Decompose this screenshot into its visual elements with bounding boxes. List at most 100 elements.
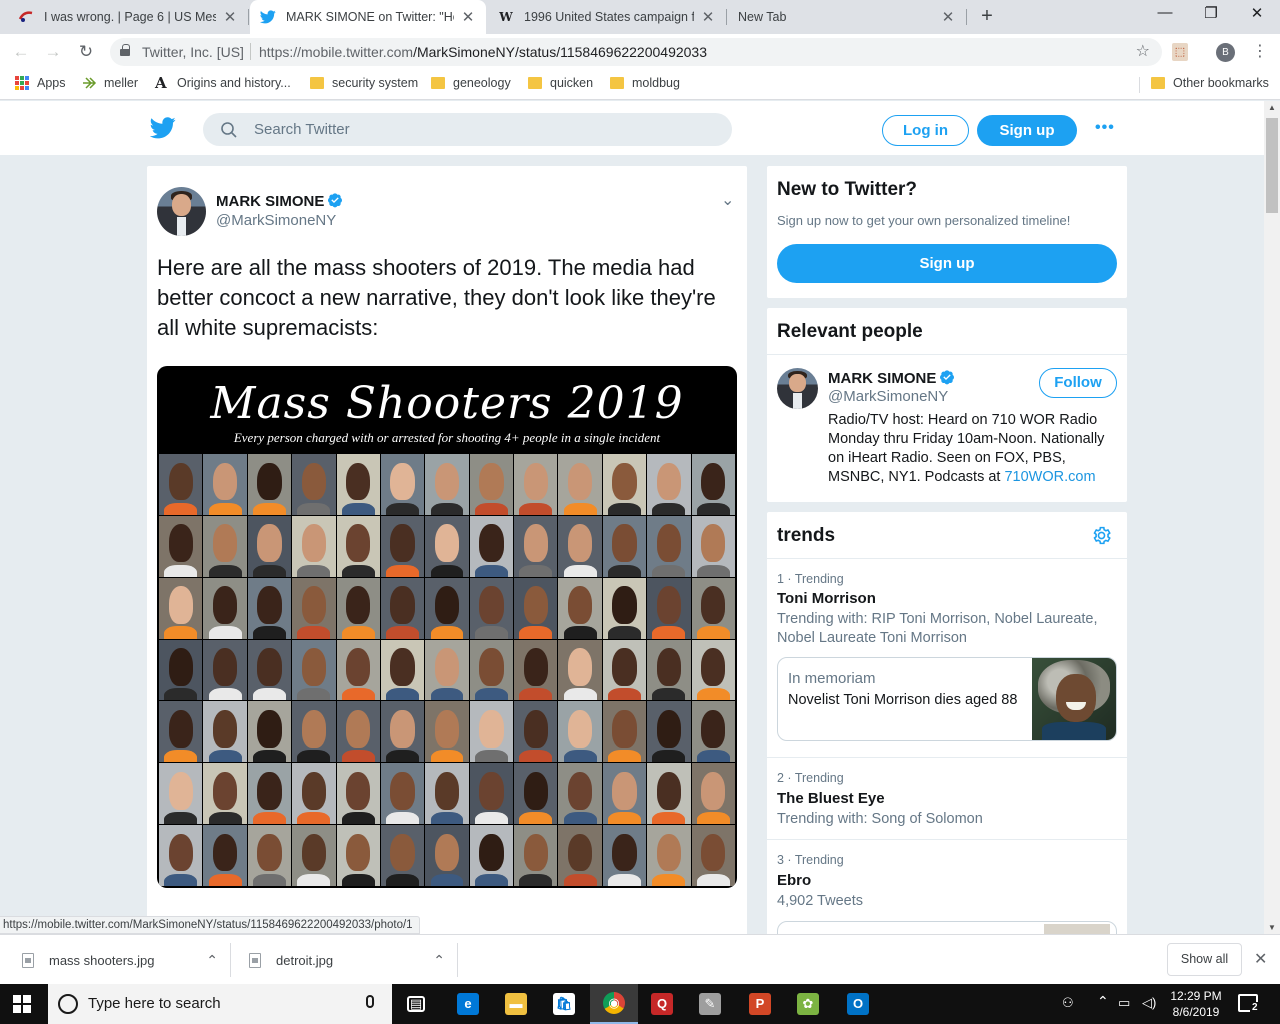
moment-thumbnail xyxy=(1032,658,1116,740)
taskbar-app-store[interactable]: 🛍 xyxy=(540,984,588,1024)
network-icon[interactable]: ▭ xyxy=(1118,995,1130,1011)
close-icon[interactable]: ✕ xyxy=(1254,949,1267,969)
trend-name[interactable]: Ebro xyxy=(777,872,811,889)
twitter-header: Search Twitter Log in Sign up ••• xyxy=(0,101,1264,156)
bookmark-other[interactable]: Other bookmarks xyxy=(1151,76,1269,90)
bookmark-label: quicken xyxy=(550,76,594,90)
new-tab-button[interactable]: + xyxy=(976,5,998,28)
taskbar-app-paint[interactable]: ✿ xyxy=(784,984,832,1024)
chrome-menu-icon[interactable]: ⋮ xyxy=(1252,42,1268,62)
bio-link[interactable]: 710WOR.com xyxy=(1004,469,1095,485)
taskbar-app-edge[interactable]: e xyxy=(444,984,492,1024)
trend-name[interactable]: Toni Morrison xyxy=(777,590,876,607)
pdf-extension-icon[interactable]: ⬚ xyxy=(1172,43,1188,61)
clock[interactable]: 12:29 PM 8/6/2019 xyxy=(1167,988,1225,1020)
show-all-downloads-button[interactable]: Show all xyxy=(1167,943,1242,976)
url-text[interactable]: https://mobile.twitter.com/MarkSimoneNY/… xyxy=(259,44,707,60)
bookmark-moldbug[interactable]: moldbug xyxy=(610,76,680,90)
taskbar-app-file-explorer[interactable]: ▬ xyxy=(492,984,540,1024)
store-icon: 🛍 xyxy=(553,993,575,1015)
tweet-image[interactable]: Mass Shooters 2019 Every person charged … xyxy=(157,366,737,888)
media-card[interactable] xyxy=(777,921,1117,934)
tab-twitter[interactable]: MARK SIMONE on Twitter: "Here ✕ xyxy=(250,0,486,34)
taskbar-app-chrome[interactable]: ◉ xyxy=(590,984,638,1024)
twitter-logo-icon[interactable] xyxy=(149,117,178,141)
chevron-up-icon[interactable]: ⌃ xyxy=(1097,993,1109,1010)
close-icon[interactable]: ✕ xyxy=(700,8,716,26)
chrome-icon: ◉ xyxy=(603,992,625,1014)
image-subtitle: Every person charged with or arrested fo… xyxy=(233,430,661,445)
reload-icon[interactable]: ↻ xyxy=(75,41,97,63)
close-icon[interactable]: ✕ xyxy=(222,8,238,26)
person-name[interactable]: MARK SIMONE xyxy=(828,369,955,387)
taskbar-search-input[interactable]: Type here to search xyxy=(48,984,392,1024)
taskbar-app-powerpoint[interactable]: P xyxy=(736,984,784,1024)
scrollbar-thumb[interactable] xyxy=(1266,118,1278,213)
close-icon[interactable]: ✕ xyxy=(460,8,476,26)
mugshot-photo xyxy=(514,763,558,825)
taskbar-app-scanner[interactable]: ✎ xyxy=(686,984,734,1024)
scroll-down-icon[interactable]: ▼ xyxy=(1264,923,1280,932)
forward-icon[interactable]: → xyxy=(42,41,64,63)
download-item[interactable]: detroit.jpg ⌃ xyxy=(249,935,445,985)
person-handle[interactable]: @MarkSimoneNY xyxy=(828,388,948,405)
mugshot-photo xyxy=(380,577,425,639)
trend-name[interactable]: The Bluest Eye xyxy=(777,790,885,807)
gear-icon[interactable] xyxy=(1091,525,1112,546)
bookmark-apps[interactable]: Apps xyxy=(15,76,66,90)
mugshot-photo xyxy=(602,825,647,886)
windows-start-icon[interactable] xyxy=(13,995,31,1013)
tweet-author-handle[interactable]: @MarkSimoneNY xyxy=(216,212,336,229)
search-input[interactable]: Search Twitter xyxy=(203,113,732,146)
follow-button[interactable]: Follow xyxy=(1039,368,1117,398)
mugshot-photo xyxy=(647,515,691,577)
people-icon[interactable]: ⚇ xyxy=(1062,995,1074,1011)
tab-new-tab[interactable]: New Tab ✕ xyxy=(728,0,966,34)
folder-icon xyxy=(528,77,542,89)
mugshot-photo xyxy=(380,515,425,577)
back-icon[interactable]: ← xyxy=(10,41,32,63)
chevron-up-icon[interactable]: ⌃ xyxy=(206,952,218,969)
close-icon[interactable]: ✕ xyxy=(940,8,956,26)
more-options-icon[interactable]: ••• xyxy=(1095,119,1115,137)
profile-avatar[interactable]: B xyxy=(1216,43,1235,62)
bookmark-security-system[interactable]: security system xyxy=(310,76,418,90)
tab-separator xyxy=(966,9,967,25)
page-scrollbar[interactable]: ▲ ▼ xyxy=(1264,101,1280,934)
volume-icon[interactable]: ◁) xyxy=(1142,995,1156,1011)
tab-wikipedia[interactable]: W 1996 United States campaign fina ✕ xyxy=(488,0,726,34)
folder-icon xyxy=(310,77,324,89)
bookmark-meller[interactable]: meller xyxy=(82,76,138,90)
tweet-author-name[interactable]: MARK SIMONE xyxy=(216,192,343,210)
minimize-icon[interactable]: — xyxy=(1150,4,1180,21)
avatar[interactable] xyxy=(777,368,818,409)
bookmark-star-icon[interactable]: ☆ xyxy=(1136,41,1150,61)
window-close-icon[interactable]: ✕ xyxy=(1242,4,1272,22)
divider xyxy=(767,354,1127,355)
chevron-down-icon[interactable]: ⌄ xyxy=(721,190,734,210)
address-bar[interactable]: Twitter, Inc. [US] https://mobile.twitte… xyxy=(110,38,1162,66)
download-item[interactable]: mass shooters.jpg ⌃ xyxy=(22,935,218,985)
clock-time: 12:29 PM xyxy=(1170,989,1222,1003)
taskbar-app-outlook[interactable]: O xyxy=(834,984,882,1024)
bookmark-origins[interactable]: A Origins and history... xyxy=(155,76,291,91)
signup-button[interactable]: Sign up xyxy=(977,115,1077,146)
scroll-up-icon[interactable]: ▲ xyxy=(1264,103,1280,112)
login-button[interactable]: Log in xyxy=(882,115,969,146)
avatar[interactable] xyxy=(157,187,206,236)
mugshot-photo xyxy=(247,825,292,886)
arrow-icon xyxy=(82,76,97,90)
moment-card[interactable]: In memoriam Novelist Toni Morrison dies … xyxy=(777,657,1117,741)
bookmark-quicken[interactable]: quicken xyxy=(528,76,593,90)
restore-icon[interactable]: ❐ xyxy=(1196,4,1226,22)
chevron-up-icon[interactable]: ⌃ xyxy=(433,952,445,969)
taskbar-app-quicken[interactable]: Q xyxy=(638,984,686,1024)
microphone-icon[interactable] xyxy=(366,995,374,1008)
bookmark-geneology[interactable]: geneology xyxy=(431,76,511,90)
tab-us-message[interactable]: I was wrong. | Page 6 | US Messa ✕ xyxy=(8,0,248,34)
tab-title: 1996 United States campaign fina xyxy=(524,10,694,24)
mugshot-photo xyxy=(558,515,602,577)
taskbar-app-task-view[interactable]: ▤ xyxy=(392,984,440,1024)
folder-icon xyxy=(1151,77,1165,89)
signup-large-button[interactable]: Sign up xyxy=(777,244,1117,283)
